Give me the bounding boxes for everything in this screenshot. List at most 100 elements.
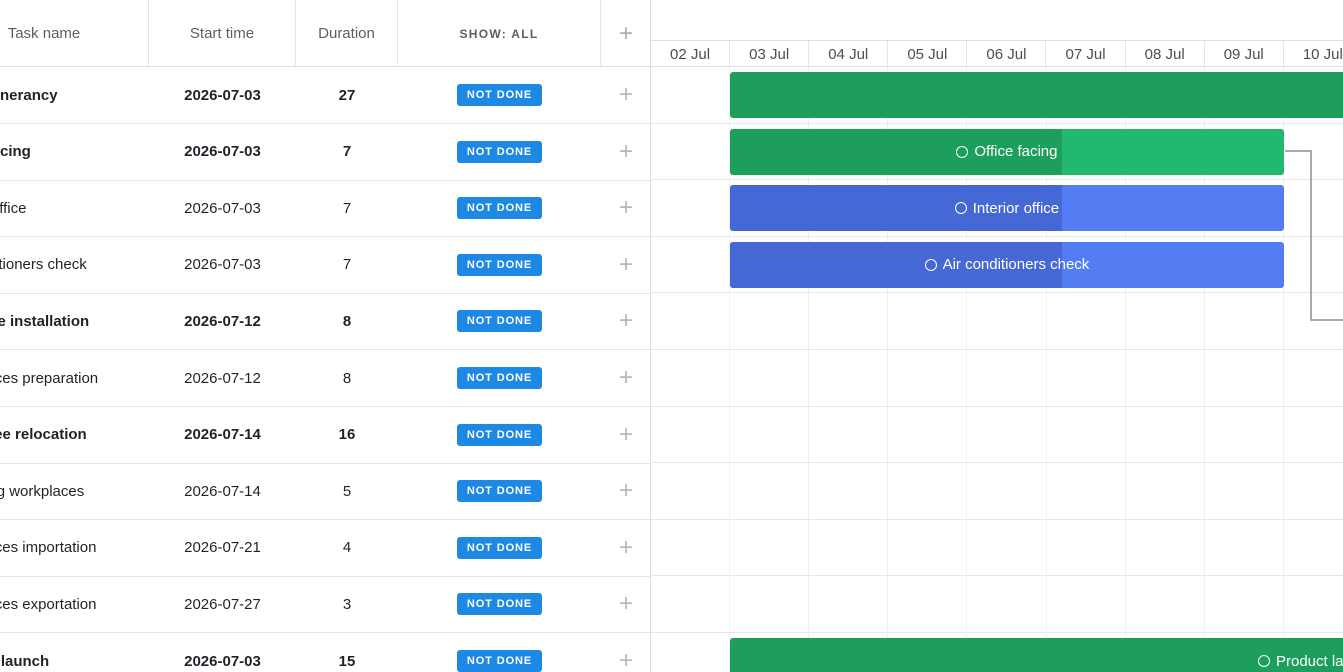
start-time-cell[interactable]: 2026-07-03 <box>149 237 296 293</box>
duration-cell[interactable]: 7 <box>296 180 398 236</box>
task-bar-label: Air conditioners check <box>924 256 1090 274</box>
task-bar[interactable]: Product launch <box>730 638 1343 672</box>
column-header-duration[interactable]: Duration <box>296 0 398 67</box>
timescale-day: 09 Jul <box>1205 41 1284 67</box>
task-name-cell[interactable]: Office facing <box>0 124 149 180</box>
add-task-header-button[interactable]: + <box>601 0 650 67</box>
table-row[interactable]: Employee relocation 2026-07-1416 NOT DONE + <box>0 407 650 464</box>
status-cell: NOT DONE <box>398 180 601 236</box>
duration-cell[interactable]: 8 <box>296 350 398 406</box>
status-cell: NOT DONE <box>398 237 601 293</box>
column-header-start-time[interactable]: Start time <box>149 0 296 67</box>
status-badge[interactable]: NOT DONE <box>456 423 543 446</box>
task-name-cell[interactable]: Furniture installation <box>0 293 149 349</box>
add-subtask-button[interactable]: + <box>601 576 650 632</box>
table-row[interactable]: Workplaces importation 2026-07-214 NOT DON… <box>0 520 650 577</box>
add-subtask-button[interactable]: + <box>601 463 650 519</box>
add-subtask-button[interactable]: + <box>601 237 650 293</box>
status-badge[interactable]: NOT DONE <box>456 593 543 616</box>
start-time-cell[interactable]: 2026-07-14 <box>149 407 296 463</box>
task-name-cell[interactable]: Office itinerancy <box>0 67 149 123</box>
task-name: Employee relocation <box>0 426 87 444</box>
status-badge[interactable]: NOT DONE <box>456 367 543 389</box>
start-time-cell[interactable]: 2026-07-03 <box>149 124 296 180</box>
status-badge[interactable]: NOT DONE <box>456 650 543 672</box>
status-circle-icon[interactable] <box>954 202 967 215</box>
duration-cell[interactable]: 3 <box>296 576 398 632</box>
table-row[interactable]: Office itinerancy 2026-07-0327 NOT DONE + <box>0 67 650 124</box>
gantt-chart: 02 Jul 03 Jul 04 Jul 05 Jul 06 Jul 07 Jul 08 J… <box>651 0 1343 672</box>
status-badge[interactable]: NOT DONE <box>456 253 543 276</box>
task-name: Workplaces exportation <box>0 595 97 613</box>
table-row[interactable]: Workplaces exportation 2026-07-273 NOT DON… <box>0 576 650 634</box>
table-row[interactable]: Furniture installation 2026-07-128 NOT DON… <box>0 293 650 351</box>
status-badge[interactable]: NOT DONE <box>456 536 543 559</box>
start-time-cell[interactable]: 2026-07-03 <box>149 633 296 672</box>
task-bar-text: Air conditioners check <box>942 256 1090 274</box>
task-bar[interactable]: Office facing <box>730 128 1284 175</box>
status-badge[interactable]: NOT DONE <box>456 310 543 333</box>
start-time-cell[interactable]: 2026-07-03 <box>149 67 296 123</box>
task-bar[interactable]: Air conditioners check <box>730 241 1284 288</box>
timescale-day: 10 Jul <box>1284 41 1343 67</box>
status-cell: NOT DONE <box>398 293 601 349</box>
duration-cell[interactable]: 8 <box>296 293 398 349</box>
task-bar-label: Interior office <box>954 200 1059 217</box>
duration-cell[interactable]: 4 <box>296 520 398 576</box>
duration-cell[interactable]: 15 <box>296 633 398 672</box>
timescale-day: 06 Jul <box>967 41 1047 67</box>
timescale-upper <box>651 0 1343 41</box>
status-badge[interactable]: NOT DONE <box>456 84 543 106</box>
task-name: Workplaces preparation <box>0 369 99 387</box>
task-name-cell[interactable]: Workplaces preparation <box>0 350 149 406</box>
row-gridline <box>651 179 1343 181</box>
status-cell: NOT DONE <box>398 124 601 180</box>
task-name-cell[interactable]: Interior office <box>0 180 149 236</box>
table-row[interactable]: Product launch 2026-07-0315 NOT DONE + <box>0 633 650 672</box>
task-name-cell[interactable]: Employee relocation <box>0 407 149 463</box>
task-name-cell[interactable]: Air conditioners check <box>0 237 149 293</box>
status-circle-icon[interactable] <box>956 145 969 158</box>
table-row[interactable]: Workplaces preparation 2026-07-128 NOT DON… <box>0 350 650 407</box>
add-subtask-button[interactable]: + <box>601 67 650 123</box>
add-subtask-button[interactable]: + <box>601 520 650 576</box>
table-row[interactable]: Interior office 2026-07-037 NOT DONE + <box>0 180 650 238</box>
add-subtask-button[interactable]: + <box>601 293 650 349</box>
column-header-task-name[interactable]: Task name <box>0 0 149 67</box>
status-badge[interactable]: NOT DONE <box>456 480 543 503</box>
start-time-cell[interactable]: 2026-07-12 <box>149 293 296 349</box>
duration-cell[interactable]: 7 <box>296 124 398 180</box>
add-subtask-button[interactable]: + <box>601 180 650 236</box>
task-name: Preparing workplaces <box>0 482 85 500</box>
task-name-cell[interactable]: Workplaces exportation <box>0 576 149 632</box>
task-bar[interactable]: Interior office <box>730 185 1284 232</box>
task-name-cell[interactable]: Preparing workplaces <box>0 463 149 519</box>
add-subtask-button[interactable]: + <box>601 407 650 463</box>
duration-cell[interactable]: 16 <box>296 407 398 463</box>
start-time-cell[interactable]: 2026-07-21 <box>149 520 296 576</box>
table-row[interactable]: Preparing workplaces 2026-07-145 NOT DONE + <box>0 463 650 521</box>
start-time-cell[interactable]: 2026-07-03 <box>149 180 296 236</box>
status-circle-icon[interactable] <box>1257 655 1270 667</box>
add-subtask-button[interactable]: + <box>601 350 650 406</box>
add-subtask-button[interactable]: + <box>601 124 650 180</box>
duration-cell[interactable]: 5 <box>296 463 398 519</box>
task-name: Product launch <box>0 652 50 670</box>
status-badge[interactable]: NOT DONE <box>456 140 543 163</box>
add-subtask-button[interactable]: + <box>601 633 650 672</box>
status-filter-dropdown[interactable]: SHOW: ALL <box>398 0 601 67</box>
table-row[interactable]: Office facing 2026-07-037 NOT DONE + <box>0 124 650 181</box>
task-bar-text: Product launch <box>1275 652 1343 670</box>
task-name-cell[interactable]: Workplaces importation <box>0 520 149 576</box>
table-row[interactable]: Air conditioners check 2026-07-037 NOT DON… <box>0 237 650 294</box>
duration-cell[interactable]: 27 <box>296 67 398 123</box>
task-bar-label: Product launch <box>1257 652 1343 670</box>
start-time-cell[interactable]: 2026-07-27 <box>149 576 296 632</box>
task-name-cell[interactable]: Product launch <box>0 633 149 672</box>
status-badge[interactable]: NOT DONE <box>456 197 543 220</box>
start-time-cell[interactable]: 2026-07-14 <box>149 463 296 519</box>
task-bar[interactable] <box>730 72 1343 118</box>
duration-cell[interactable]: 7 <box>296 237 398 293</box>
status-circle-icon[interactable] <box>924 258 937 271</box>
start-time-cell[interactable]: 2026-07-12 <box>149 350 296 406</box>
